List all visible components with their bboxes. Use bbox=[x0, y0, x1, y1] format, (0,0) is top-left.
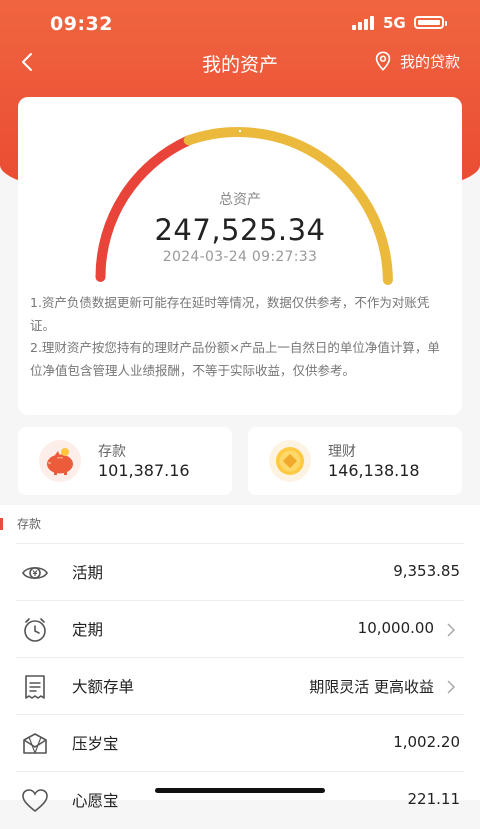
network-type: 5G bbox=[383, 14, 406, 32]
list-item-wish-deposit[interactable]: 心愿宝 221.11 bbox=[16, 771, 464, 829]
deposit-category-label: 存款 bbox=[98, 444, 126, 460]
disclaimer-note: 1.资产负债数据更新可能存在延时等情况，数据仅供参考，不作为对账凭证。 bbox=[30, 295, 430, 333]
list-item-value: 221.11 bbox=[407, 790, 461, 808]
list-item-value: 期限灵活 更高收益 bbox=[309, 678, 434, 696]
status-time: 09:32 bbox=[50, 13, 113, 35]
yuan-eye-icon bbox=[22, 566, 48, 580]
chevron-right-icon bbox=[447, 623, 456, 637]
alarm-clock-icon bbox=[24, 618, 46, 642]
list-item-label: 定期 bbox=[72, 621, 104, 639]
coin-icon bbox=[269, 440, 311, 482]
wealth-category-label: 理财 bbox=[328, 444, 356, 460]
total-assets-value: 247,525.34 bbox=[154, 213, 326, 247]
location-pin-icon bbox=[375, 51, 391, 71]
list-item-value: 10,000.00 bbox=[357, 619, 434, 637]
disclaimer-note: 2.理财资产按您持有的理财产品份额×产品上一自然日的单位净值计算，单位净值包含管… bbox=[30, 340, 440, 378]
wealth-category-card[interactable]: 理财 146,138.18 bbox=[248, 427, 462, 495]
deposit-category-value: 101,387.16 bbox=[98, 461, 190, 480]
update-timestamp: 2024-03-24 09:27:33 bbox=[162, 249, 318, 265]
disclaimer-notes: 1.资产负债数据更新可能存在延时等情况，数据仅供参考，不作为对账凭证。 2.理财… bbox=[30, 292, 444, 382]
status-bar: 09:32 5G bbox=[0, 0, 480, 46]
list-item-label: 活期 bbox=[72, 564, 104, 582]
heart-icon bbox=[22, 789, 48, 813]
signal-icon bbox=[352, 16, 376, 30]
my-loan-label: 我的贷款 bbox=[399, 52, 460, 71]
list-item-label: 大额存单 bbox=[72, 678, 135, 696]
section-title: 存款 bbox=[17, 517, 42, 531]
list-item-value: 1,002.20 bbox=[393, 733, 460, 751]
list-item-current-deposit[interactable]: 活期 9,353.85 bbox=[16, 543, 464, 601]
list-item-label: 压岁宝 bbox=[72, 735, 119, 753]
my-loan-button[interactable]: 我的贷款 bbox=[372, 50, 460, 72]
deposit-list: 存款 活期 9,353.85 定期 10,000.00 大额存单 期限灵活 更高… bbox=[0, 505, 480, 813]
wealth-category-value: 146,138.18 bbox=[328, 461, 420, 480]
red-envelope-icon bbox=[23, 733, 47, 754]
home-indicator[interactable] bbox=[155, 788, 325, 793]
section-marker bbox=[0, 518, 3, 530]
list-item-label: 心愿宝 bbox=[72, 792, 119, 810]
chevron-right-icon bbox=[447, 680, 456, 694]
piggy-bank-icon bbox=[39, 440, 81, 482]
list-item-value: 9,353.85 bbox=[393, 562, 460, 580]
list-item-fixed-deposit[interactable]: 定期 10,000.00 bbox=[16, 600, 464, 658]
section-header: 存款 bbox=[0, 505, 480, 543]
list-item-large-cd[interactable]: 大额存单 期限灵活 更高收益 bbox=[16, 657, 464, 715]
receipt-icon bbox=[25, 675, 45, 699]
deposit-category-card[interactable]: 存款 101,387.16 bbox=[18, 427, 232, 495]
battery-icon bbox=[414, 16, 447, 29]
total-assets-card: 总资产 247,525.34 2024-03-24 09:27:33 1.资产负… bbox=[18, 97, 462, 415]
total-assets-label: 总资产 bbox=[219, 192, 261, 208]
list-item-lucky-money[interactable]: 压岁宝 1,002.20 bbox=[16, 714, 464, 772]
